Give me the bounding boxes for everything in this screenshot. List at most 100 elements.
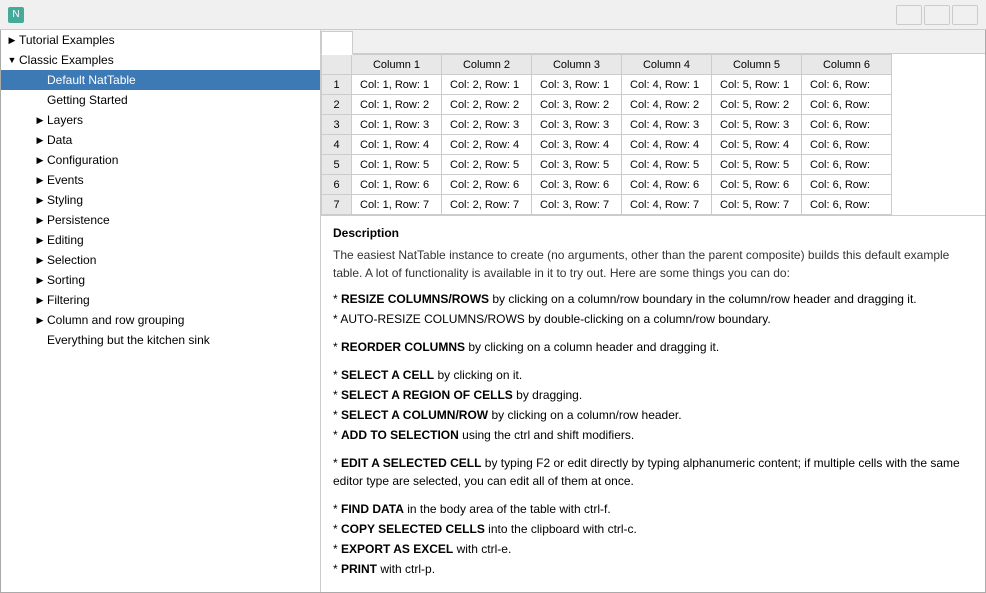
sidebar-item-events[interactable]: ▶Events (1, 170, 320, 190)
description-title: Description (333, 224, 973, 242)
table-row-header-1[interactable]: 2 (322, 95, 352, 115)
view-source-link[interactable]: View source (333, 588, 398, 592)
sidebar-label-selection: Selection (47, 250, 316, 270)
sidebar-item-everything[interactable]: Everything but the kitchen sink (1, 330, 320, 350)
close-button[interactable] (952, 5, 978, 25)
sidebar-label-editing: Editing (47, 230, 316, 250)
table-row-header-2[interactable]: 3 (322, 115, 352, 135)
table-cell-r4-c0[interactable]: Col: 1, Row: 5 (352, 155, 442, 175)
sidebar-item-selection[interactable]: ▶Selection (1, 250, 320, 270)
table-cell-r6-c2[interactable]: Col: 3, Row: 7 (532, 195, 622, 215)
sidebar-item-data[interactable]: ▶Data (1, 130, 320, 150)
table-cell-r0-c0[interactable]: Col: 1, Row: 1 (352, 75, 442, 95)
table-row: 3Col: 1, Row: 3Col: 2, Row: 3Col: 3, Row… (322, 115, 892, 135)
description-line-3: * REORDER COLUMNS by clicking on a colum… (333, 338, 973, 356)
table-cell-r6-c3[interactable]: Col: 4, Row: 7 (622, 195, 712, 215)
table-container[interactable]: Column 1Column 2Column 3Column 4Column 5… (321, 54, 985, 215)
sidebar-item-default-nattable[interactable]: Default NatTable (1, 70, 320, 90)
table-cell-r6-c5[interactable]: Col: 6, Row: (802, 195, 892, 215)
table-cell-r5-c4[interactable]: Col: 5, Row: 6 (712, 175, 802, 195)
maximize-button[interactable] (924, 5, 950, 25)
table-cell-r0-c3[interactable]: Col: 4, Row: 1 (622, 75, 712, 95)
table-row-header-4[interactable]: 5 (322, 155, 352, 175)
minimize-button[interactable] (896, 5, 922, 25)
table-row-header-5[interactable]: 6 (322, 175, 352, 195)
table-cell-r1-c5[interactable]: Col: 6, Row: (802, 95, 892, 115)
sidebar-item-editing[interactable]: ▶Editing (1, 230, 320, 250)
table-cell-r1-c2[interactable]: Col: 3, Row: 2 (532, 95, 622, 115)
table-cell-r2-c4[interactable]: Col: 5, Row: 3 (712, 115, 802, 135)
tree-arrow-events: ▶ (33, 170, 47, 190)
description-line-12: * FIND DATA in the body area of the tabl… (333, 500, 973, 518)
tab-default-nattable[interactable] (321, 31, 353, 55)
table-cell-r1-c4[interactable]: Col: 5, Row: 2 (712, 95, 802, 115)
sidebar: ▶Tutorial Examples▼Classic ExamplesDefau… (1, 30, 321, 592)
description-intro: The easiest NatTable instance to create … (333, 246, 973, 282)
table-cell-r3-c3[interactable]: Col: 4, Row: 4 (622, 135, 712, 155)
sidebar-item-configuration[interactable]: ▶Configuration (1, 150, 320, 170)
table-row: 7Col: 1, Row: 7Col: 2, Row: 7Col: 3, Row… (322, 195, 892, 215)
description-line-1: * AUTO-RESIZE COLUMNS/ROWS by double-cli… (333, 310, 973, 328)
table-col-header-6[interactable]: Column 6 (802, 55, 892, 75)
table-cell-r6-c0[interactable]: Col: 1, Row: 7 (352, 195, 442, 215)
sidebar-item-styling[interactable]: ▶Styling (1, 190, 320, 210)
table-cell-r2-c1[interactable]: Col: 2, Row: 3 (442, 115, 532, 135)
table-cell-r0-c2[interactable]: Col: 3, Row: 1 (532, 75, 622, 95)
table-cell-r0-c4[interactable]: Col: 5, Row: 1 (712, 75, 802, 95)
table-cell-r2-c0[interactable]: Col: 1, Row: 3 (352, 115, 442, 135)
table-cell-r4-c5[interactable]: Col: 6, Row: (802, 155, 892, 175)
sidebar-item-layers[interactable]: ▶Layers (1, 110, 320, 130)
table-scroll-wrapper[interactable]: Column 1Column 2Column 3Column 4Column 5… (321, 54, 985, 216)
table-cell-r2-c5[interactable]: Col: 6, Row: (802, 115, 892, 135)
table-cell-r4-c2[interactable]: Col: 3, Row: 5 (532, 155, 622, 175)
table-col-header-2[interactable]: Column 2 (442, 55, 532, 75)
tree-arrow-classic-examples: ▼ (5, 50, 19, 70)
table-cell-r5-c3[interactable]: Col: 4, Row: 6 (622, 175, 712, 195)
sidebar-item-getting-started[interactable]: Getting Started (1, 90, 320, 110)
table-cell-r3-c2[interactable]: Col: 3, Row: 4 (532, 135, 622, 155)
table-cell-r3-c4[interactable]: Col: 5, Row: 4 (712, 135, 802, 155)
table-cell-r3-c0[interactable]: Col: 1, Row: 4 (352, 135, 442, 155)
description-spacer (333, 358, 973, 364)
nat-table: Column 1Column 2Column 3Column 4Column 5… (321, 54, 892, 215)
table-cell-r1-c0[interactable]: Col: 1, Row: 2 (352, 95, 442, 115)
table-row-header-3[interactable]: 4 (322, 135, 352, 155)
table-cell-r2-c2[interactable]: Col: 3, Row: 3 (532, 115, 622, 135)
tree-arrow-tutorial-examples: ▶ (5, 30, 19, 50)
table-col-header-5[interactable]: Column 5 (712, 55, 802, 75)
table-cell-r2-c3[interactable]: Col: 4, Row: 3 (622, 115, 712, 135)
table-cell-r5-c0[interactable]: Col: 1, Row: 6 (352, 175, 442, 195)
table-cell-r5-c2[interactable]: Col: 3, Row: 6 (532, 175, 622, 195)
description-area: Description The easiest NatTable instance… (321, 216, 985, 592)
table-cell-r3-c5[interactable]: Col: 6, Row: (802, 135, 892, 155)
table-cell-r5-c1[interactable]: Col: 2, Row: 6 (442, 175, 532, 195)
table-cell-r6-c1[interactable]: Col: 2, Row: 7 (442, 195, 532, 215)
tree-arrow-sorting: ▶ (33, 270, 47, 290)
sidebar-item-classic-examples[interactable]: ▼Classic Examples (1, 50, 320, 70)
table-cell-r3-c1[interactable]: Col: 2, Row: 4 (442, 135, 532, 155)
table-col-header-1[interactable]: Column 1 (352, 55, 442, 75)
description-spacer (333, 446, 973, 452)
table-cell-r0-c5[interactable]: Col: 6, Row: (802, 75, 892, 95)
sidebar-label-configuration: Configuration (47, 150, 316, 170)
sidebar-item-tutorial-examples[interactable]: ▶Tutorial Examples (1, 30, 320, 50)
table-cell-r0-c1[interactable]: Col: 2, Row: 1 (442, 75, 532, 95)
table-cell-r4-c4[interactable]: Col: 5, Row: 5 (712, 155, 802, 175)
table-col-header-4[interactable]: Column 4 (622, 55, 712, 75)
table-col-header-3[interactable]: Column 3 (532, 55, 622, 75)
table-cell-r6-c4[interactable]: Col: 5, Row: 7 (712, 195, 802, 215)
sidebar-item-filtering[interactable]: ▶Filtering (1, 290, 320, 310)
table-cell-r1-c3[interactable]: Col: 4, Row: 2 (622, 95, 712, 115)
table-cell-r4-c1[interactable]: Col: 2, Row: 5 (442, 155, 532, 175)
table-row-header-0[interactable]: 1 (322, 75, 352, 95)
table-row-header-6[interactable]: 7 (322, 195, 352, 215)
table-cell-r1-c1[interactable]: Col: 2, Row: 2 (442, 95, 532, 115)
sidebar-label-everything: Everything but the kitchen sink (47, 330, 316, 350)
sidebar-item-column-row-grouping[interactable]: ▶Column and row grouping (1, 310, 320, 330)
sidebar-item-sorting[interactable]: ▶Sorting (1, 270, 320, 290)
table-cell-r4-c3[interactable]: Col: 4, Row: 5 (622, 155, 712, 175)
sidebar-item-persistence[interactable]: ▶Persistence (1, 210, 320, 230)
tree-arrow-selection: ▶ (33, 250, 47, 270)
tree-arrow-styling: ▶ (33, 190, 47, 210)
table-cell-r5-c5[interactable]: Col: 6, Row: (802, 175, 892, 195)
